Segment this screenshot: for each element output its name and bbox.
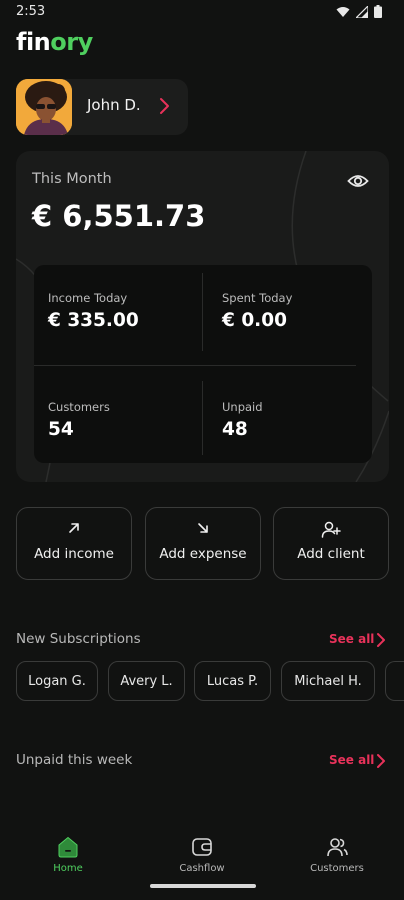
action-label: Add expense: [159, 546, 247, 562]
unpaid-see-all-link[interactable]: See all: [329, 753, 374, 767]
signal-icon: [356, 5, 368, 18]
stat-value: € 335.00: [48, 310, 139, 331]
stat-value: 54: [48, 419, 74, 440]
app-logo: finory: [16, 28, 93, 56]
profile-button[interactable]: John D.: [16, 79, 188, 135]
status-time: 2:53: [16, 4, 46, 19]
stats-panel: Income Today € 335.00 Spent Today € 0.00…: [34, 265, 372, 463]
chevron-right-icon[interactable]: [376, 632, 386, 648]
nav-customers[interactable]: Customers: [282, 836, 392, 874]
add-expense-button[interactable]: Add expense: [145, 507, 261, 580]
subscription-chip[interactable]: Avery L.: [108, 661, 185, 701]
arrow-down-right-icon: [198, 523, 208, 533]
add-user-icon: [321, 521, 341, 538]
unpaid-title: Unpaid this week: [16, 752, 133, 768]
divider: [202, 381, 203, 455]
chip-label: Lucas P.: [206, 673, 259, 689]
nav-label: Customers: [310, 863, 364, 874]
subscription-chip[interactable]: Lucas P.: [194, 661, 271, 701]
stat-label: Customers: [48, 400, 110, 414]
subscriptions-title: New Subscriptions: [16, 631, 141, 647]
month-total: € 6,551.73: [32, 199, 206, 233]
battery-icon: [374, 5, 382, 18]
subscription-chip-partial[interactable]: [385, 661, 404, 701]
action-label: Add income: [34, 546, 114, 562]
stat-label: Spent Today: [222, 291, 293, 305]
nav-home[interactable]: Home: [13, 836, 123, 874]
add-client-button[interactable]: Add client: [273, 507, 389, 580]
period-label: This Month: [32, 171, 112, 187]
stat-customers: Customers 54: [48, 400, 110, 440]
status-bar: 2:53: [0, 0, 404, 26]
divider: [202, 273, 203, 351]
wallet-icon: [192, 838, 212, 856]
status-icons: [336, 5, 382, 18]
divider: [34, 365, 356, 366]
chevron-right-icon: [160, 98, 169, 114]
chip-label: Michael H.: [294, 673, 362, 689]
avatar: [16, 79, 72, 135]
chevron-right-icon[interactable]: [376, 753, 386, 769]
users-icon: [327, 838, 348, 857]
eye-icon[interactable]: [347, 171, 369, 191]
summary-card: This Month € 6,551.73 Income Today € 335…: [16, 151, 389, 482]
subscription-chip[interactable]: Logan G.: [16, 661, 98, 701]
stat-label: Unpaid: [222, 400, 263, 414]
home-indicator: [150, 884, 256, 888]
stat-unpaid: Unpaid 48: [222, 400, 263, 440]
chip-label: Avery L.: [120, 673, 173, 689]
add-income-button[interactable]: Add income: [16, 507, 132, 580]
nav-label: Cashflow: [179, 863, 225, 874]
subscriptions-see-all-link[interactable]: See all: [329, 632, 374, 646]
home-icon: [58, 836, 78, 858]
logo-part-green: ory: [50, 28, 93, 56]
stat-income-today: Income Today € 335.00: [48, 291, 139, 331]
chip-label: Logan G.: [28, 673, 86, 689]
subscription-chip[interactable]: Michael H.: [281, 661, 375, 701]
stat-spent-today: Spent Today € 0.00: [222, 291, 292, 331]
profile-name: John D.: [87, 96, 141, 114]
stat-value: € 0.00: [222, 310, 287, 331]
nav-label: Home: [53, 863, 83, 874]
nav-cashflow[interactable]: Cashflow: [147, 836, 257, 874]
stat-label: Income Today: [48, 291, 128, 305]
wifi-icon: [336, 6, 350, 17]
arrow-up-right-icon: [69, 523, 79, 533]
action-label: Add client: [297, 546, 365, 562]
stat-value: 48: [222, 419, 248, 440]
logo-part-white: fin: [16, 28, 51, 56]
